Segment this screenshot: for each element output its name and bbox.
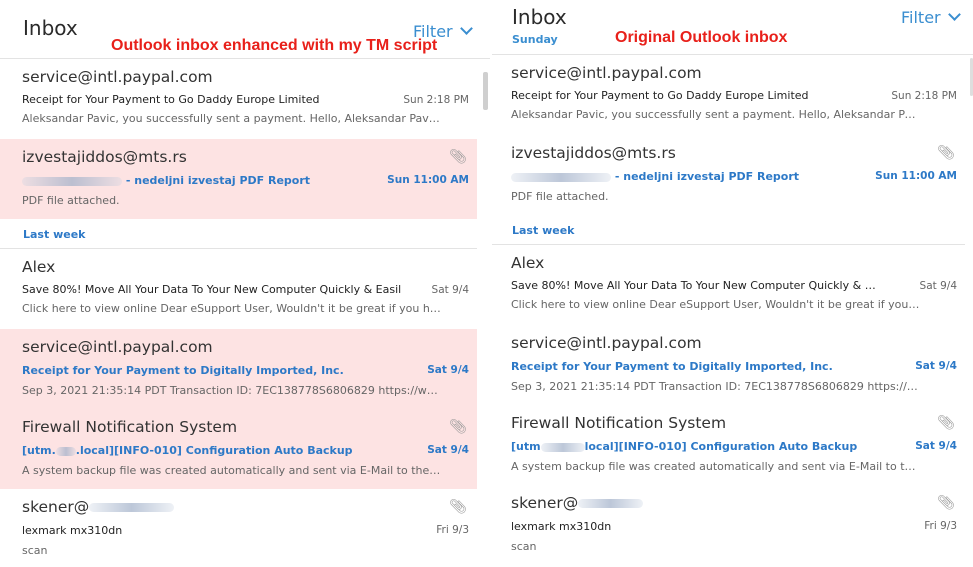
inbox-title: Inbox (512, 5, 567, 29)
message-sender: izvestajiddos@mts.rs (22, 148, 187, 166)
group-header-last-week: Last week (0, 219, 477, 249)
message-date: Sat 9/4 (919, 280, 957, 292)
message-subject: Save 80%! Move All Your Data To Your New… (22, 283, 402, 296)
message-sender: service@intl.paypal.com (511, 64, 702, 82)
message-list: service@intl.paypal.com Receipt for Your… (492, 55, 965, 565)
original-inbox-panel: Inbox Sunday Filter Original Outlook inb… (492, 0, 973, 567)
message-subject: Receipt for Your Payment to Go Daddy Eur… (22, 93, 320, 106)
message-subject: - nedeljni izvestaj PDF Report (511, 170, 881, 183)
message-item-highlighted[interactable]: service@intl.paypal.com Receipt for Your… (0, 329, 477, 409)
message-sender: izvestajiddos@mts.rs (511, 144, 676, 162)
message-preview: PDF file attached. (22, 194, 120, 207)
message-date: Sat 9/4 (431, 284, 469, 296)
paperclip-icon: 📎︎ (937, 145, 955, 161)
redacted-text (22, 176, 122, 186)
message-date: Sat 9/4 (427, 364, 469, 376)
screenshot-caption: Original Outlook inbox (615, 29, 788, 46)
group-header-last-week: Last week (492, 215, 965, 245)
message-sender: Firewall Notification System (511, 414, 727, 432)
message-subject: Receipt for Your Payment to Digitally Im… (22, 364, 344, 377)
message-item[interactable]: service@intl.paypal.com Receipt for Your… (0, 59, 477, 139)
message-preview: Aleksandar Pavic, you successfully sent … (511, 108, 921, 121)
message-subject: [utm. .local][INFO-010] Configuration Aut… (22, 444, 353, 457)
message-sender: service@intl.paypal.com (22, 68, 213, 86)
message-item[interactable]: service@intl.paypal.com Receipt for Your… (492, 325, 965, 405)
message-subject: [utm local][INFO-010] Configuration Auto … (511, 440, 858, 453)
scrollbar-thumb[interactable] (483, 72, 488, 110)
message-sender: skener@ (511, 494, 644, 512)
message-subject: lexmark mx310dn (511, 520, 612, 533)
filter-label: Filter (901, 8, 941, 27)
message-preview: A system backup file was created automat… (22, 464, 442, 477)
message-date: Sun 2:18 PM (891, 90, 957, 102)
message-date: Sat 9/4 (915, 440, 957, 452)
paperclip-icon: 📎︎ (449, 499, 467, 515)
message-date: Sun 11:00 AM (387, 174, 469, 186)
message-subject: lexmark mx310dn (22, 524, 123, 537)
message-date: Sat 9/4 (427, 444, 469, 456)
message-preview: Click here to view online Dear eSupport … (511, 298, 921, 311)
message-item-highlighted[interactable]: Firewall Notification System 📎︎ [utm. .lo… (0, 409, 477, 489)
message-item[interactable]: izvestajiddos@mts.rs 📎︎ - nedeljni izves… (492, 135, 965, 215)
redacted-text (55, 446, 76, 456)
redacted-text (89, 503, 175, 512)
message-subject: Receipt for Your Payment to Go Daddy Eur… (511, 89, 809, 102)
chevron-down-icon (947, 8, 961, 21)
paperclip-icon: 📎︎ (937, 495, 955, 511)
message-date: Fri 9/3 (924, 520, 957, 532)
inbox-title: Inbox (23, 16, 78, 40)
message-preview: A system backup file was created automat… (511, 460, 921, 473)
message-sender: service@intl.paypal.com (22, 338, 213, 356)
message-preview: Sep 3, 2021 21:35:14 PDT Transaction ID:… (22, 384, 442, 397)
redacted-text (578, 499, 644, 508)
message-date: Sun 2:18 PM (403, 94, 469, 106)
paperclip-icon: 📎︎ (937, 415, 955, 431)
message-subject: - nedeljni izvestaj PDF Report (22, 174, 402, 187)
message-subject: Save 80%! Move All Your Data To Your New… (511, 279, 881, 292)
message-item[interactable]: service@intl.paypal.com Receipt for Your… (492, 55, 965, 135)
message-item[interactable]: Alex Save 80%! Move All Your Data To You… (492, 245, 965, 325)
message-item[interactable]: Firewall Notification System 📎︎ [utm loca… (492, 405, 965, 485)
group-label: Last week (512, 224, 575, 237)
paperclip-icon: 📎︎ (449, 149, 467, 165)
message-date: Sun 11:00 AM (875, 170, 957, 182)
message-list: service@intl.paypal.com Receipt for Your… (0, 59, 477, 567)
message-preview: scan (511, 540, 537, 553)
filter-button[interactable]: Filter (901, 8, 961, 27)
enhanced-inbox-panel: Inbox Filter Outlook inbox enhanced with… (0, 0, 490, 567)
message-preview: PDF file attached. (511, 190, 609, 203)
redacted-text (540, 442, 585, 452)
day-header-sunday: Sunday (512, 33, 558, 46)
paperclip-icon: 📎︎ (449, 419, 467, 435)
message-preview: scan (22, 544, 48, 557)
screenshot-caption: Outlook inbox enhanced with my TM script (111, 37, 438, 54)
group-label: Last week (23, 228, 86, 241)
message-preview: Sep 3, 2021 21:35:14 PDT Transaction ID:… (511, 380, 921, 393)
message-date: Sat 9/4 (915, 360, 957, 372)
message-item-highlighted[interactable]: izvestajiddos@mts.rs 📎︎ - nedeljni izves… (0, 139, 477, 219)
message-item[interactable]: Alex Save 80%! Move All Your Data To You… (0, 249, 477, 329)
message-preview: Aleksandar Pavic, you successfully sent … (22, 112, 442, 125)
message-sender: service@intl.paypal.com (511, 334, 702, 352)
message-date: Fri 9/3 (436, 524, 469, 536)
message-sender: skener@ (22, 498, 175, 516)
chevron-down-icon (459, 22, 473, 35)
message-sender: Alex (22, 258, 56, 276)
message-preview: Click here to view online Dear eSupport … (22, 302, 442, 315)
message-item[interactable]: skener@ 📎︎ lexmark mx310dn Fri 9/3 scan (0, 489, 477, 567)
redacted-text (511, 172, 611, 182)
message-sender: Alex (511, 254, 545, 272)
message-item[interactable]: skener@ 📎︎ lexmark mx310dn Fri 9/3 scan (492, 485, 965, 565)
message-sender: Firewall Notification System (22, 418, 238, 436)
message-subject: Receipt for Your Payment to Digitally Im… (511, 360, 833, 373)
